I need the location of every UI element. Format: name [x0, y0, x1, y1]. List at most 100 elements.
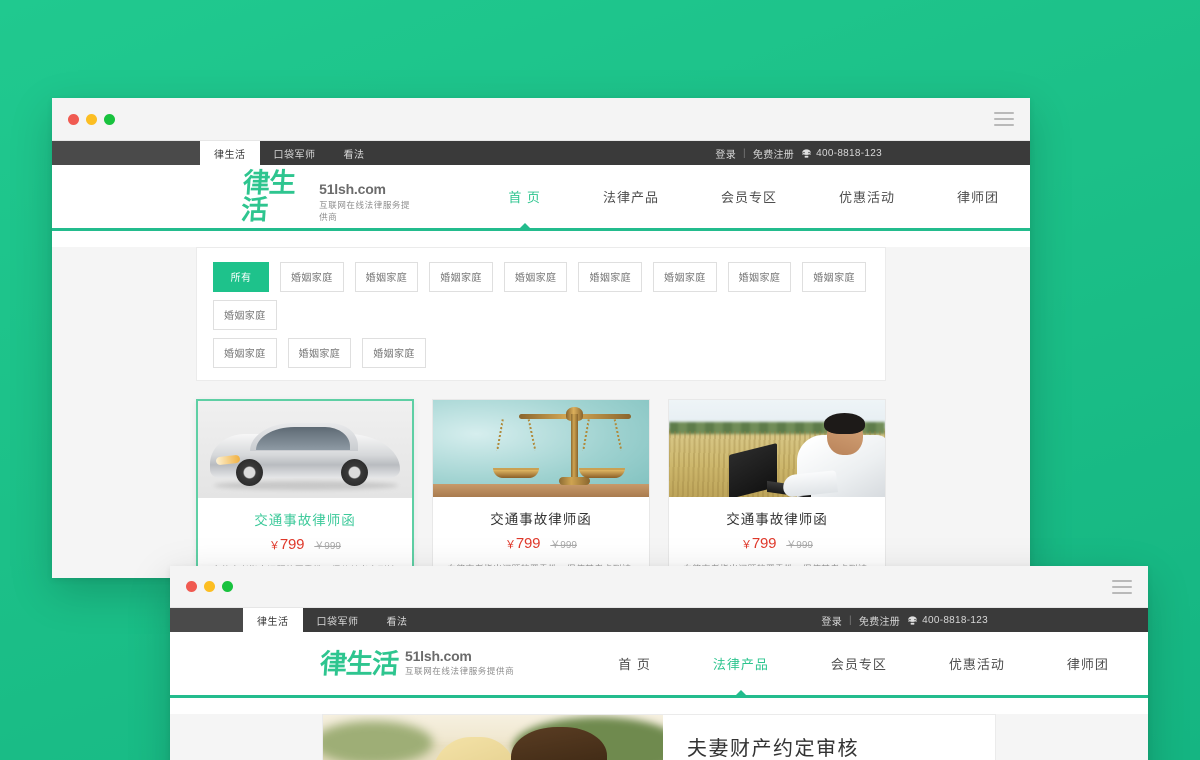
traffic-lights — [68, 113, 115, 125]
hotline: 400-8818-123 — [907, 615, 988, 626]
product-price-row: ￥799 ￥999 — [447, 535, 635, 552]
logo-tagline: 互联网在线法律服务提供商 — [319, 199, 411, 222]
currency-symbol: ￥ — [741, 539, 752, 551]
product-original-price: ￥999 — [550, 540, 577, 551]
utility-topbar: 律生活 口袋军师 看法 登录 | 免费注册 400-8818-123 — [52, 141, 1030, 165]
close-window-light[interactable] — [68, 113, 79, 125]
currency-symbol: ￥ — [269, 540, 280, 552]
minimize-window-light[interactable] — [204, 581, 215, 592]
category-filter-panel: 所有 婚姻家庭 婚姻家庭 婚姻家庭 婚姻家庭 婚姻家庭 婚姻家庭 婚姻家庭 婚姻… — [196, 247, 886, 381]
product-title[interactable]: 交通事故律师函 — [683, 508, 871, 528]
product-detail-title: 夫妻财产约定审核 — [687, 738, 859, 760]
logo-wordmark: 律生活 — [318, 649, 400, 681]
filter-tag[interactable]: 婚姻家庭 — [727, 262, 792, 292]
logo-subtext: 51lsh.com 互联网在线法律服务提供商 — [405, 647, 515, 678]
filter-tag[interactable]: 婚姻家庭 — [503, 262, 568, 292]
product-original-price: ￥999 — [314, 541, 341, 552]
topbar-separator: | — [743, 147, 746, 159]
nav-item-legal-products[interactable]: 法律产品 — [682, 654, 800, 696]
filter-tag[interactable]: 婚姻家庭 — [362, 338, 426, 368]
nav-item-member-zone[interactable]: 会员专区 — [690, 187, 808, 206]
filter-tag[interactable]: 婚姻家庭 — [578, 262, 643, 292]
site-tab-koudaijunshi[interactable]: 口袋军师 — [260, 141, 330, 165]
hotline-number[interactable]: 400-8818-123 — [816, 148, 882, 159]
telephone-icon — [802, 148, 811, 158]
login-link[interactable]: 登录 — [821, 613, 842, 628]
browser-window-back[interactable]: 律生活 口袋军师 看法 登录 | 免费注册 400-8818-123 律生活 5… — [52, 98, 1030, 578]
product-title[interactable]: 交通事故律师函 — [212, 509, 398, 529]
hotline-number[interactable]: 400-8818-123 — [922, 615, 988, 626]
price-value: 799 — [515, 535, 541, 552]
filter-tag[interactable]: 婚姻家庭 — [213, 338, 277, 368]
silver-car-photo — [198, 401, 413, 498]
product-title[interactable]: 交通事故律师函 — [447, 508, 635, 528]
site-header: 律生活 51lsh.com 互联网在线法律服务提供商 首 页 法律产品 会员专区… — [52, 165, 1030, 231]
filter-tag[interactable]: 婚姻家庭 — [213, 300, 277, 330]
window-titlebar — [52, 98, 1030, 141]
man-with-laptop-in-wheat-field-photo — [669, 400, 885, 497]
nav-item-home[interactable]: 首 页 — [587, 654, 682, 673]
hotline: 400-8818-123 — [801, 148, 882, 159]
filter-tag[interactable]: 婚姻家庭 — [280, 262, 344, 292]
topbar-left-filler — [170, 608, 243, 632]
login-link[interactable]: 登录 — [715, 146, 736, 161]
maximize-window-light[interactable] — [222, 581, 233, 592]
filter-tag[interactable]: 婚姻家庭 — [802, 262, 866, 292]
filter-tag[interactable]: 婚姻家庭 — [653, 262, 717, 292]
logo-domain: 51lsh.com — [405, 647, 472, 664]
main-nav: 首 页 法律产品 会员专区 优惠活动 律师团 — [587, 654, 1140, 696]
minimize-window-light[interactable] — [86, 113, 97, 125]
site-header: 律生活 51lsh.com 互联网在线法律服务提供商 首 页 法律产品 会员专区… — [170, 632, 1148, 698]
product-price: ￥799 — [741, 535, 776, 552]
product-card[interactable]: 交通事故律师函 ￥799 ￥999 向肇事者指出问题的严重性，促使其考虑到被诉的… — [196, 399, 415, 578]
filter-tag[interactable]: 婚姻家庭 — [429, 262, 493, 292]
nav-item-promotions[interactable]: 优惠活动 — [918, 654, 1036, 673]
product-card-list: 交通事故律师函 ￥799 ￥999 向肇事者指出问题的严重性，促使其考虑到被诉的… — [196, 399, 886, 578]
filter-tag-row-2: 婚姻家庭 婚姻家庭 婚姻家庭 — [213, 338, 869, 368]
topbar-left-filler — [52, 141, 200, 165]
topbar-account-area: 登录 | 免费注册 400-8818-123 — [821, 608, 1148, 632]
browser-window-front[interactable]: 律生活 口袋军师 看法 登录 | 免费注册 400-8818-123 律生活 5… — [170, 566, 1148, 760]
close-window-light[interactable] — [186, 581, 197, 592]
site-tab-lvshenghuo[interactable]: 律生活 — [200, 141, 260, 165]
main-nav: 首 页 法律产品 会员专区 优惠活动 律师团 — [477, 187, 1030, 229]
filter-tag[interactable]: 婚姻家庭 — [354, 262, 419, 292]
product-detail-banner[interactable]: 夫妻财产约定审核 夫妻双方自愿约定婚后财产的归属公证，并达成一致意见，需要约定的… — [322, 714, 996, 760]
site-logo[interactable]: 律生活 51lsh.com 互联网在线法律服务提供商 — [170, 647, 515, 681]
nav-item-promotions[interactable]: 优惠活动 — [808, 187, 926, 206]
product-card[interactable]: 交通事故律师函 ￥799 ￥999 向肇事者指出问题的严重性，促使其考虑到被诉的… — [668, 399, 886, 578]
maximize-window-light[interactable] — [104, 113, 115, 125]
site-tab-koudaijunshi[interactable]: 口袋军师 — [303, 608, 373, 632]
filter-tag-all[interactable]: 所有 — [213, 262, 269, 292]
logo-subtext: 51lsh.com 互联网在线法律服务提供商 — [319, 181, 417, 223]
logo-tagline: 互联网在线法律服务提供商 — [405, 666, 515, 677]
nav-item-member-zone[interactable]: 会员专区 — [800, 654, 918, 673]
price-value: 799 — [279, 536, 305, 553]
telephone-icon — [908, 615, 917, 625]
nav-item-lawyer-team[interactable]: 律师团 — [926, 187, 1030, 206]
price-value: 799 — [751, 535, 777, 552]
logo-domain: 51lsh.com — [319, 181, 386, 198]
utility-topbar: 律生活 口袋军师 看法 登录 | 免费注册 400-8818-123 — [170, 608, 1148, 632]
traffic-lights — [186, 581, 233, 592]
product-detail-text: 夫妻财产约定审核 夫妻双方自愿约定婚后财产的归属公证，并达成一致意见，需要约定的… — [663, 715, 995, 760]
filter-tag[interactable]: 婚姻家庭 — [287, 338, 352, 368]
site-tab-kanfa[interactable]: 看法 — [373, 608, 422, 632]
site-logo[interactable]: 律生活 51lsh.com 互联网在线法律服务提供商 — [52, 168, 417, 226]
currency-symbol: ￥ — [505, 539, 516, 551]
product-price: ￥799 — [269, 536, 304, 553]
site-tab-kanfa[interactable]: 看法 — [330, 141, 379, 165]
product-card[interactable]: 交通事故律师函 ￥799 ￥999 向肇事者指出问题的严重性，促使其考虑到被诉的… — [432, 399, 651, 578]
register-link[interactable]: 免费注册 — [753, 146, 794, 161]
scales-of-justice-photo — [433, 400, 650, 497]
nav-item-home[interactable]: 首 页 — [477, 187, 572, 229]
hamburger-icon[interactable] — [1112, 579, 1132, 594]
hamburger-icon[interactable] — [994, 112, 1014, 126]
register-link[interactable]: 免费注册 — [859, 613, 900, 628]
product-price-row: ￥799 ￥999 — [212, 536, 398, 553]
nav-item-lawyer-team[interactable]: 律师团 — [1036, 654, 1140, 673]
nav-item-legal-products[interactable]: 法律产品 — [572, 187, 690, 206]
couple-outdoors-photo — [323, 715, 663, 760]
site-tab-lvshenghuo[interactable]: 律生活 — [243, 608, 303, 632]
window-titlebar — [170, 566, 1148, 608]
